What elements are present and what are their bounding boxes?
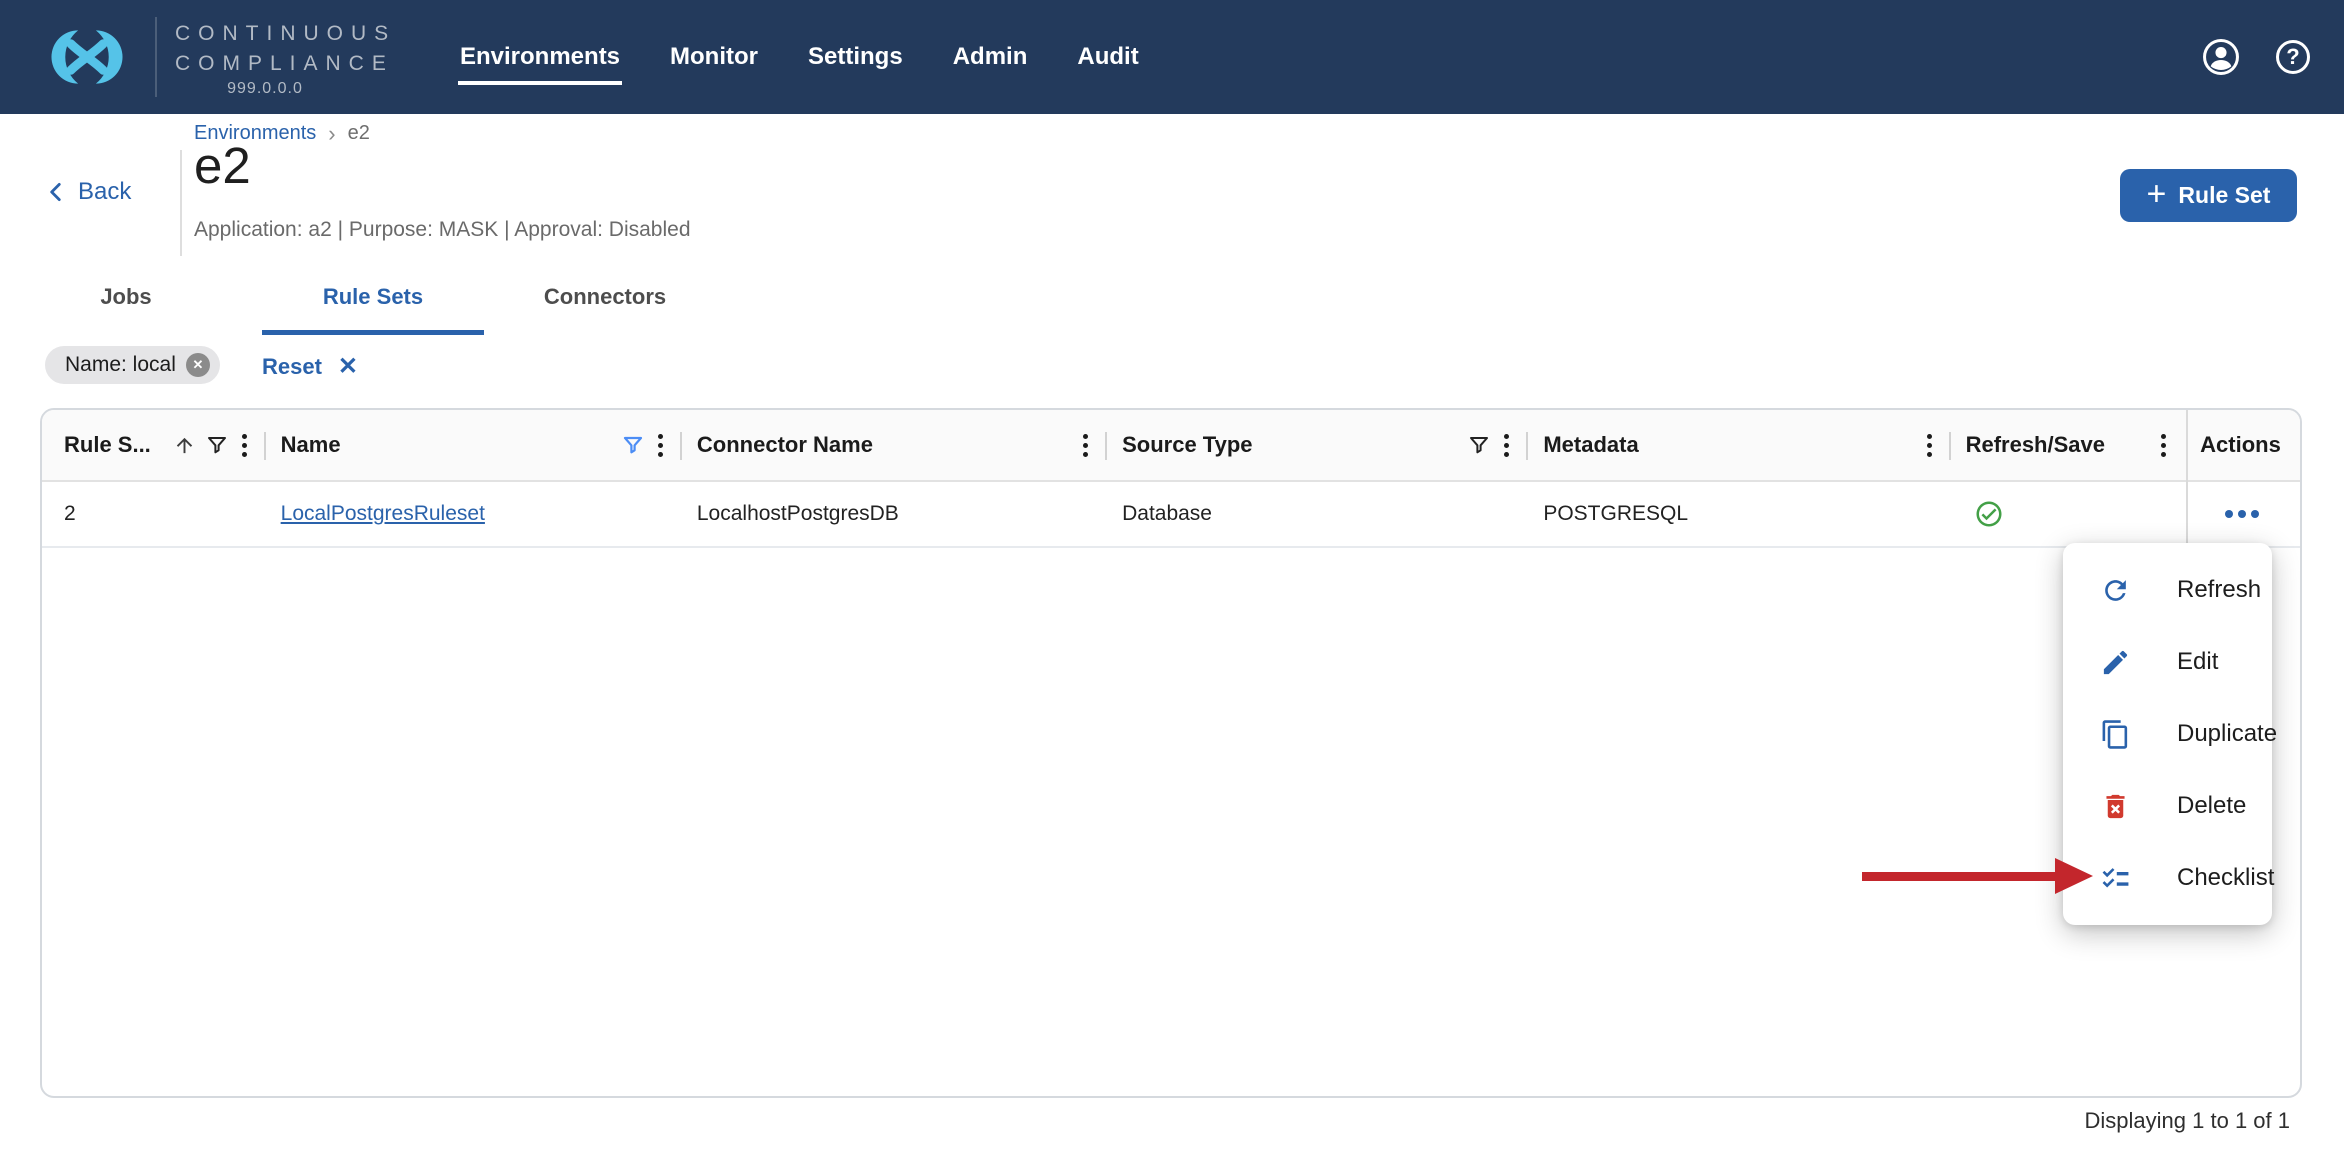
- column-header-name[interactable]: Name: [265, 410, 681, 480]
- pagination-status: Displaying 1 to 1 of 1: [2085, 1108, 2290, 1134]
- menu-item-edit[interactable]: Edit: [2063, 626, 2272, 698]
- brand-line2: COMPLIANCE: [175, 47, 396, 77]
- cell-refresh-save: [1950, 482, 2185, 546]
- column-menu-icon[interactable]: [238, 432, 251, 459]
- menu-item-refresh[interactable]: Refresh: [2063, 554, 2272, 626]
- filter-active-icon[interactable]: [621, 433, 645, 457]
- title-divider: [180, 150, 182, 256]
- actions-dropdown-menu: Refresh Edit Duplicate Delete Checklist: [2063, 543, 2272, 925]
- column-label: Metadata: [1543, 432, 1638, 458]
- main-nav: Environments Monitor Settings Admin Audi…: [460, 0, 1139, 114]
- plus-icon: +: [2147, 175, 2167, 214]
- app-version: 999.0.0.0: [175, 80, 355, 98]
- column-label: Name: [281, 432, 341, 458]
- menu-item-label: Refresh: [2177, 576, 2261, 604]
- column-menu-icon[interactable]: [654, 432, 667, 459]
- reset-close-icon: ✕: [338, 352, 358, 381]
- brand-line1: CONTINUOUS: [175, 17, 396, 47]
- add-rule-set-label: Rule Set: [2178, 182, 2270, 209]
- delphix-logo-icon: [45, 20, 129, 94]
- nav-item-settings[interactable]: Settings: [808, 43, 903, 71]
- actions-column-border: [2186, 410, 2188, 548]
- filter-icon[interactable]: [1467, 433, 1491, 457]
- filter-chip-name-local[interactable]: Name: local ✕: [45, 346, 220, 384]
- filter-chip-label: Name: local: [65, 353, 176, 377]
- column-header-metadata[interactable]: Metadata: [1527, 410, 1949, 480]
- reset-filters-button[interactable]: Reset ✕: [262, 352, 358, 381]
- navbar-right-icons: ?: [2202, 0, 2312, 114]
- annotation-arrow-head: [2055, 858, 2093, 894]
- back-label: Back: [78, 178, 131, 206]
- table-header-row: Rule S... Name Connector Name: [42, 410, 2300, 482]
- filter-icon[interactable]: [205, 433, 229, 457]
- user-avatar-icon[interactable]: [2202, 38, 2240, 76]
- menu-item-delete[interactable]: Delete: [2063, 770, 2272, 842]
- cell-metadata: POSTGRESQL: [1527, 482, 1949, 546]
- delete-icon: [2100, 791, 2131, 822]
- tab-rule-sets[interactable]: Rule Sets: [262, 284, 484, 310]
- breadcrumb-current: e2: [348, 122, 370, 145]
- top-navbar: CONTINUOUS COMPLIANCE 999.0.0.0 Environm…: [0, 0, 2344, 114]
- chip-close-icon[interactable]: ✕: [186, 353, 210, 377]
- column-menu-icon[interactable]: [1079, 432, 1092, 459]
- column-header-refresh-save[interactable]: Refresh/Save: [1950, 410, 2185, 480]
- tab-connectors[interactable]: Connectors: [505, 284, 705, 310]
- duplicate-icon: [2100, 719, 2131, 750]
- reset-label: Reset: [262, 354, 322, 380]
- checklist-icon: [2100, 863, 2131, 894]
- back-button[interactable]: Back: [42, 178, 131, 206]
- edit-icon: [2100, 647, 2131, 678]
- cell-connector-name: LocalhostPostgresDB: [681, 482, 1106, 546]
- nav-item-environments[interactable]: Environments: [460, 43, 620, 71]
- nav-item-audit[interactable]: Audit: [1077, 43, 1138, 71]
- column-header-actions: Actions: [2184, 410, 2300, 480]
- menu-item-label: Duplicate: [2177, 720, 2277, 748]
- active-tab-indicator: [262, 330, 484, 335]
- row-actions-menu-button[interactable]: [2221, 504, 2263, 524]
- nav-item-monitor[interactable]: Monitor: [670, 43, 758, 71]
- menu-item-duplicate[interactable]: Duplicate: [2063, 698, 2272, 770]
- help-glyph: ?: [2276, 40, 2310, 74]
- add-rule-set-button[interactable]: + Rule Set: [2120, 169, 2297, 222]
- breadcrumb-separator-icon: ›: [328, 124, 335, 144]
- menu-item-label: Edit: [2177, 648, 2218, 676]
- chevron-left-icon: [42, 178, 70, 206]
- table-row: 2 LocalPostgresRuleset LocalhostPostgres…: [42, 482, 2300, 548]
- menu-item-label: Delete: [2177, 792, 2246, 820]
- sort-asc-icon[interactable]: [173, 434, 196, 457]
- column-label: Actions: [2200, 432, 2281, 458]
- column-menu-icon[interactable]: [1500, 432, 1513, 459]
- column-header-connector-name[interactable]: Connector Name: [681, 410, 1106, 480]
- success-check-circle-icon: [1974, 499, 2004, 529]
- column-menu-icon[interactable]: [2157, 432, 2170, 459]
- refresh-icon: [2100, 575, 2131, 606]
- nav-item-admin[interactable]: Admin: [953, 43, 1028, 71]
- tab-jobs[interactable]: Jobs: [60, 284, 192, 310]
- column-header-rule-set-id[interactable]: Rule S...: [42, 410, 265, 480]
- rule-sets-table: Rule S... Name Connector Name: [40, 408, 2302, 1098]
- menu-item-label: Checklist: [2177, 864, 2274, 892]
- rule-set-link[interactable]: LocalPostgresRuleset: [281, 502, 485, 526]
- annotation-arrow-line: [1862, 872, 2058, 881]
- logo-divider: [155, 17, 157, 97]
- column-label: Connector Name: [697, 432, 873, 458]
- column-menu-icon[interactable]: [1923, 432, 1936, 459]
- cell-actions: [2184, 482, 2300, 546]
- page-subtitle: Application: a2 | Purpose: MASK | Approv…: [194, 218, 691, 242]
- page-title: e2: [194, 136, 251, 195]
- brand-logo: CONTINUOUS COMPLIANCE 999.0.0.0: [45, 0, 396, 114]
- brand-text-block: CONTINUOUS COMPLIANCE 999.0.0.0: [175, 17, 396, 98]
- column-label: Rule S...: [64, 432, 151, 458]
- cell-source-type: Database: [1106, 482, 1527, 546]
- cell-name: LocalPostgresRuleset: [265, 482, 681, 546]
- help-icon[interactable]: ?: [2274, 38, 2312, 76]
- menu-item-checklist[interactable]: Checklist: [2063, 842, 2272, 914]
- cell-rule-set-id: 2: [42, 482, 265, 546]
- column-header-source-type[interactable]: Source Type: [1106, 410, 1527, 480]
- column-label: Source Type: [1122, 432, 1252, 458]
- column-label: Refresh/Save: [1966, 432, 2105, 458]
